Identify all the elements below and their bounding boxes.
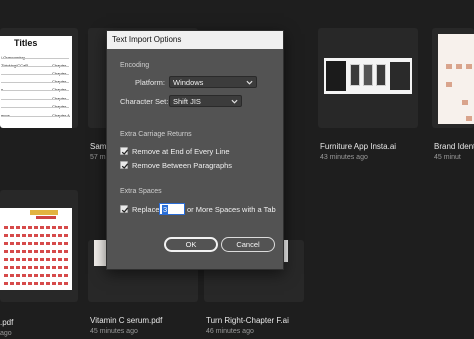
doc-rule [1, 66, 69, 67]
file-thumbnail-pdf[interactable] [0, 190, 78, 302]
cancel-button[interactable]: Cancel [221, 237, 275, 252]
doc-rule [1, 99, 69, 100]
file-name: Brand Identi [434, 142, 474, 151]
table-row [4, 226, 68, 229]
document-page [0, 208, 72, 290]
chevron-down-icon [246, 80, 253, 85]
file-thumbnail-furniture-app[interactable] [318, 28, 418, 128]
doc-rule [1, 58, 69, 59]
remove-between-paragraphs-checkbox[interactable] [120, 161, 129, 169]
file-time: 45 minut [434, 154, 461, 161]
dialog-titlebar[interactable]: Text Import Options [107, 31, 283, 49]
charset-label: Character Set: [120, 97, 169, 106]
carriage-returns-section-label: Extra Carriage Returns [120, 131, 192, 138]
header-graphic [36, 216, 56, 219]
checkmark-icon [121, 163, 129, 169]
doc-rule [1, 107, 69, 108]
phone-mockup [350, 64, 360, 86]
charset-select[interactable]: Shift JIS [169, 95, 242, 107]
checkmark-icon [121, 207, 129, 213]
platform-select[interactable]: Windows [169, 76, 257, 88]
mockup-panel [390, 62, 410, 90]
table-row [4, 242, 68, 245]
remove-end-of-line-checkbox[interactable] [120, 147, 129, 155]
doc-rule [1, 90, 69, 91]
file-time: ago [0, 330, 12, 337]
dialog-title: Text Import Options [112, 35, 182, 44]
brand-swatch [462, 100, 468, 105]
table-row [4, 250, 68, 253]
chevron-down-icon [231, 99, 238, 104]
file-name: Turn Right-Chapter F.ai [206, 316, 289, 325]
phone-mockup [376, 64, 386, 86]
brand-swatch [446, 82, 452, 87]
file-thumbnail-brand-identity[interactable] [432, 28, 474, 128]
remove-end-of-line-label[interactable]: Remove at End of Every Line [132, 147, 230, 156]
charset-value: Shift JIS [173, 97, 201, 106]
table-row [4, 266, 68, 269]
file-time: 45 minutes ago [90, 328, 138, 335]
checkmark-icon [121, 149, 129, 155]
replace-spaces-checkbox[interactable] [120, 205, 129, 213]
table-row [4, 274, 68, 277]
artboard [438, 34, 474, 124]
file-time: 43 minutes ago [320, 154, 368, 161]
file-name: Sam [90, 142, 107, 151]
file-name: Furniture App Insta.ai [320, 142, 397, 151]
doc-rule [1, 82, 69, 83]
brand-swatch [446, 64, 452, 69]
replace-spaces-count-input[interactable]: 3 [159, 203, 185, 215]
file-time: 57 m [90, 154, 106, 161]
table-row [4, 258, 68, 261]
file-name: Vitamin C serum.pdf [90, 316, 163, 325]
replace-spaces-count-value: 3 [162, 205, 169, 214]
replace-label[interactable]: Replace [132, 205, 160, 214]
phone-mockup [363, 64, 373, 86]
table-row [4, 234, 68, 237]
doc-rule [1, 116, 69, 117]
header-graphic [30, 210, 58, 215]
platform-value: Windows [173, 78, 204, 87]
brand-swatch [456, 64, 462, 69]
file-time: 46 minutes ago [206, 328, 254, 335]
ok-button[interactable]: OK [164, 237, 218, 252]
encoding-section-label: Encoding [120, 62, 150, 69]
extra-spaces-section-label: Extra Spaces [120, 188, 162, 195]
replace-suffix-label: or More Spaces with a Tab [187, 205, 276, 214]
file-name: .pdf [0, 318, 14, 327]
brand-swatch [466, 64, 472, 69]
document-title: Titles [14, 38, 38, 48]
remove-between-paragraphs-label[interactable]: Remove Between Paragraphs [132, 161, 232, 170]
brand-swatch [466, 116, 472, 121]
table-row [4, 282, 68, 285]
platform-label: Platform: [135, 78, 166, 87]
doc-rule [1, 74, 69, 75]
mockup-panel [326, 61, 346, 91]
text-import-options-dialog: Text Import Options Encoding Platform: W… [106, 30, 284, 270]
